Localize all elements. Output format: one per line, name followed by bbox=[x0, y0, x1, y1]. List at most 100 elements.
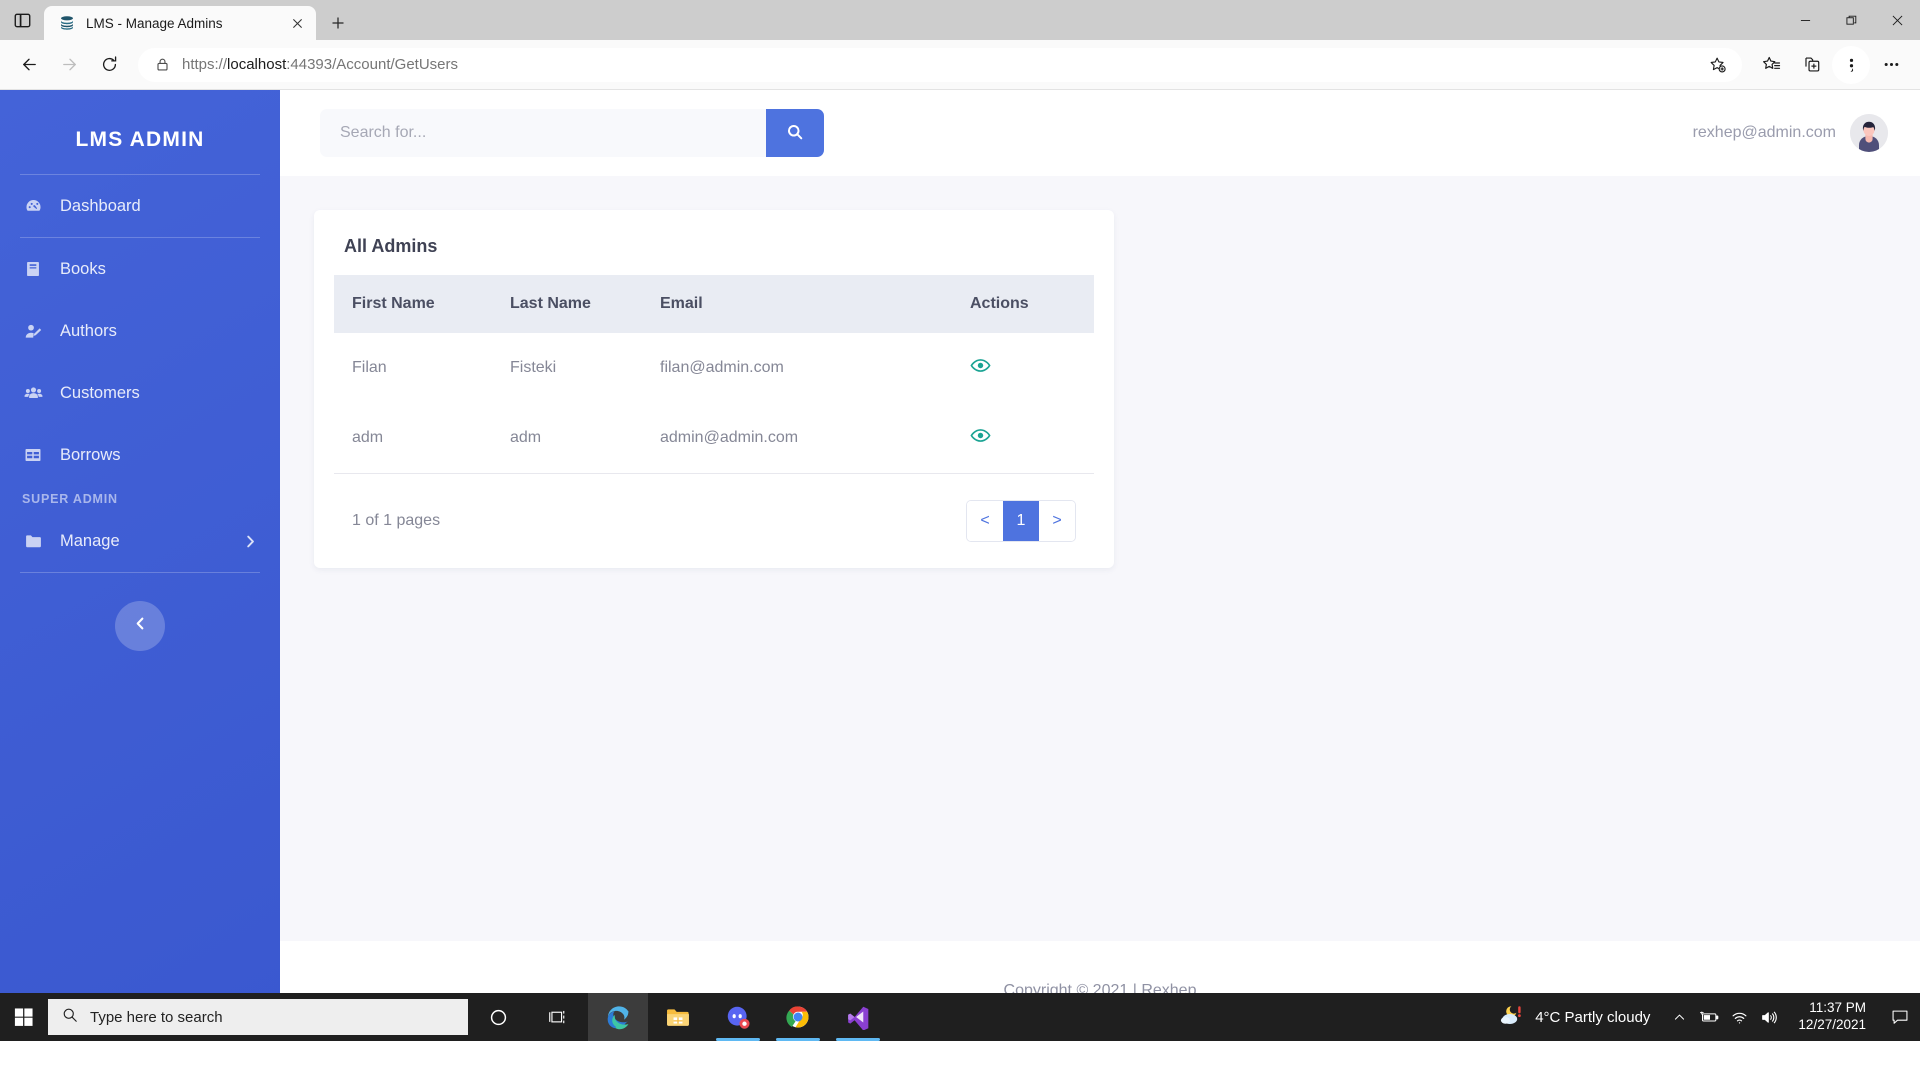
star-add-icon[interactable] bbox=[1703, 50, 1733, 80]
clock-time: 11:37 PM bbox=[1809, 1000, 1866, 1016]
partly-cloudy-night-icon bbox=[1499, 1003, 1525, 1032]
sidebar: LMS ADMIN Dashboard Books Authors Custom… bbox=[0, 90, 280, 1041]
table-body: Filan Fisteki filan@admin.com adm adm ad… bbox=[334, 333, 1094, 474]
sidebar-item-books[interactable]: Books bbox=[0, 238, 280, 300]
search-button[interactable] bbox=[766, 109, 824, 157]
taskbar-clock[interactable]: 11:37 PM 12/27/2021 bbox=[1784, 1000, 1880, 1034]
back-arrow-icon[interactable] bbox=[10, 46, 48, 84]
collections-icon[interactable] bbox=[1792, 46, 1830, 84]
user-edit-icon bbox=[22, 320, 44, 342]
avatar[interactable] bbox=[1850, 114, 1888, 152]
task-view-icon[interactable] bbox=[528, 993, 588, 1041]
sidebar-item-customers[interactable]: Customers bbox=[0, 362, 280, 424]
tab-title: LMS - Manage Admins bbox=[86, 15, 223, 31]
browser-essentials-icon[interactable] bbox=[1832, 45, 1870, 84]
browser-tab[interactable]: LMS - Manage Admins bbox=[44, 6, 316, 40]
chevron-left-icon bbox=[133, 616, 148, 636]
pagination-prev-button[interactable]: < bbox=[967, 501, 1003, 541]
folder-icon bbox=[22, 530, 44, 552]
sidebar-section-heading: SUPER ADMIN bbox=[22, 492, 118, 506]
sidebar-item-label: Manage bbox=[60, 531, 120, 550]
page-viewport: LMS ADMIN Dashboard Books Authors Custom… bbox=[0, 90, 1920, 1041]
eye-icon[interactable] bbox=[970, 425, 991, 446]
weather-text: 4°C Partly cloudy bbox=[1535, 1008, 1651, 1026]
search-icon bbox=[786, 123, 804, 144]
restore-icon[interactable] bbox=[1828, 0, 1874, 40]
table-head: First Name Last Name Email Actions bbox=[334, 275, 1094, 333]
close-icon[interactable] bbox=[1874, 0, 1920, 40]
table-header-row: First Name Last Name Email Actions bbox=[334, 275, 1094, 333]
cell-last-name: adm bbox=[494, 403, 644, 474]
reload-icon[interactable] bbox=[90, 46, 128, 84]
browser-toolbar: https://localhost:44393/Account/GetUsers bbox=[0, 40, 1920, 90]
user-email: rexhep@admin.com bbox=[1692, 124, 1836, 141]
column-header-first-name[interactable]: First Name bbox=[334, 275, 494, 333]
file-explorer-icon[interactable] bbox=[648, 993, 708, 1041]
close-icon[interactable] bbox=[284, 10, 310, 36]
lock-icon bbox=[155, 57, 170, 72]
taskbar-search[interactable]: Type here to search bbox=[48, 999, 468, 1035]
table-row[interactable]: adm adm admin@admin.com bbox=[334, 403, 1094, 474]
column-header-last-name[interactable]: Last Name bbox=[494, 275, 644, 333]
cell-first-name: Filan bbox=[352, 359, 387, 376]
books-stack-favicon bbox=[58, 14, 76, 32]
discord-icon[interactable] bbox=[708, 993, 768, 1041]
user-menu[interactable]: rexhep@admin.com bbox=[1693, 114, 1888, 152]
cell-last-name: Fisteki bbox=[510, 359, 557, 376]
running-indicator bbox=[836, 1038, 880, 1041]
top-bar: rexhep@admin.com bbox=[280, 90, 1920, 176]
wifi-icon[interactable] bbox=[1724, 993, 1754, 1041]
cell-email: filan@admin.com bbox=[660, 359, 784, 376]
volume-icon[interactable] bbox=[1754, 993, 1784, 1041]
sidebar-item-manage[interactable]: Manage bbox=[0, 510, 280, 572]
taskbar-search-placeholder: Type here to search bbox=[90, 1008, 223, 1026]
users-group-icon bbox=[22, 382, 44, 404]
pagination-next-button[interactable]: > bbox=[1039, 501, 1075, 541]
show-hidden-icons-icon[interactable] bbox=[1664, 993, 1694, 1041]
search-input[interactable] bbox=[320, 109, 766, 157]
system-tray: 4°C Partly cloudy 11:37 PM 12/27/2021 bbox=[1485, 993, 1920, 1041]
more-options-icon[interactable] bbox=[1872, 46, 1910, 84]
battery-charging-icon[interactable] bbox=[1694, 993, 1724, 1041]
pages-indicator: 1 of 1 pages bbox=[352, 512, 441, 529]
edge-icon[interactable] bbox=[588, 993, 648, 1041]
brand-title[interactable]: LMS ADMIN bbox=[0, 116, 280, 174]
gauge-icon bbox=[22, 195, 44, 217]
pagination-page-1[interactable]: 1 bbox=[1003, 501, 1039, 541]
sidebar-item-dashboard[interactable]: Dashboard bbox=[0, 175, 280, 237]
search-icon bbox=[62, 1007, 78, 1028]
new-tab-button[interactable] bbox=[320, 6, 356, 40]
table-row[interactable]: Filan Fisteki filan@admin.com bbox=[334, 333, 1094, 403]
visual-studio-icon[interactable] bbox=[828, 993, 888, 1041]
admins-card: All Admins First Name Last Name Email Ac… bbox=[314, 210, 1114, 568]
minimize-icon[interactable] bbox=[1782, 0, 1828, 40]
sidebar-item-label: Books bbox=[60, 259, 106, 278]
sidebar-collapse-button[interactable] bbox=[115, 601, 165, 651]
chrome-icon[interactable] bbox=[768, 993, 828, 1041]
page-body: All Admins First Name Last Name Email Ac… bbox=[280, 176, 1920, 941]
weather-widget[interactable]: 4°C Partly cloudy bbox=[1485, 1003, 1664, 1032]
tab-actions-icon[interactable] bbox=[0, 0, 44, 40]
running-indicator bbox=[776, 1038, 820, 1041]
window-controls bbox=[1782, 0, 1920, 40]
sidebar-item-label: Customers bbox=[60, 383, 140, 402]
page-title: All Admins bbox=[344, 236, 438, 256]
sidebar-item-label: Authors bbox=[60, 321, 117, 340]
admins-table: First Name Last Name Email Actions Filan… bbox=[334, 275, 1094, 474]
address-bar[interactable]: https://localhost:44393/Account/GetUsers bbox=[138, 47, 1742, 82]
sidebar-item-borrows[interactable]: Borrows bbox=[0, 424, 280, 486]
column-header-email[interactable]: Email bbox=[644, 275, 954, 333]
favorites-list-icon[interactable] bbox=[1752, 46, 1790, 84]
action-center-icon[interactable] bbox=[1880, 993, 1920, 1041]
taskbar: Type here to search 4°C Partly cloudy 11… bbox=[0, 993, 1920, 1041]
windows-start-icon[interactable] bbox=[0, 993, 48, 1041]
clock-date: 12/27/2021 bbox=[1798, 1017, 1866, 1032]
forward-arrow-icon bbox=[50, 46, 88, 84]
search-bar bbox=[320, 109, 824, 157]
cortana-icon[interactable] bbox=[468, 993, 528, 1041]
browser-title-bar: LMS - Manage Admins bbox=[0, 0, 1920, 40]
chevron-right-icon[interactable] bbox=[243, 534, 258, 549]
table-footer: 1 of 1 pages < 1 > bbox=[334, 474, 1094, 542]
sidebar-item-authors[interactable]: Authors bbox=[0, 300, 280, 362]
eye-icon[interactable] bbox=[970, 355, 991, 376]
